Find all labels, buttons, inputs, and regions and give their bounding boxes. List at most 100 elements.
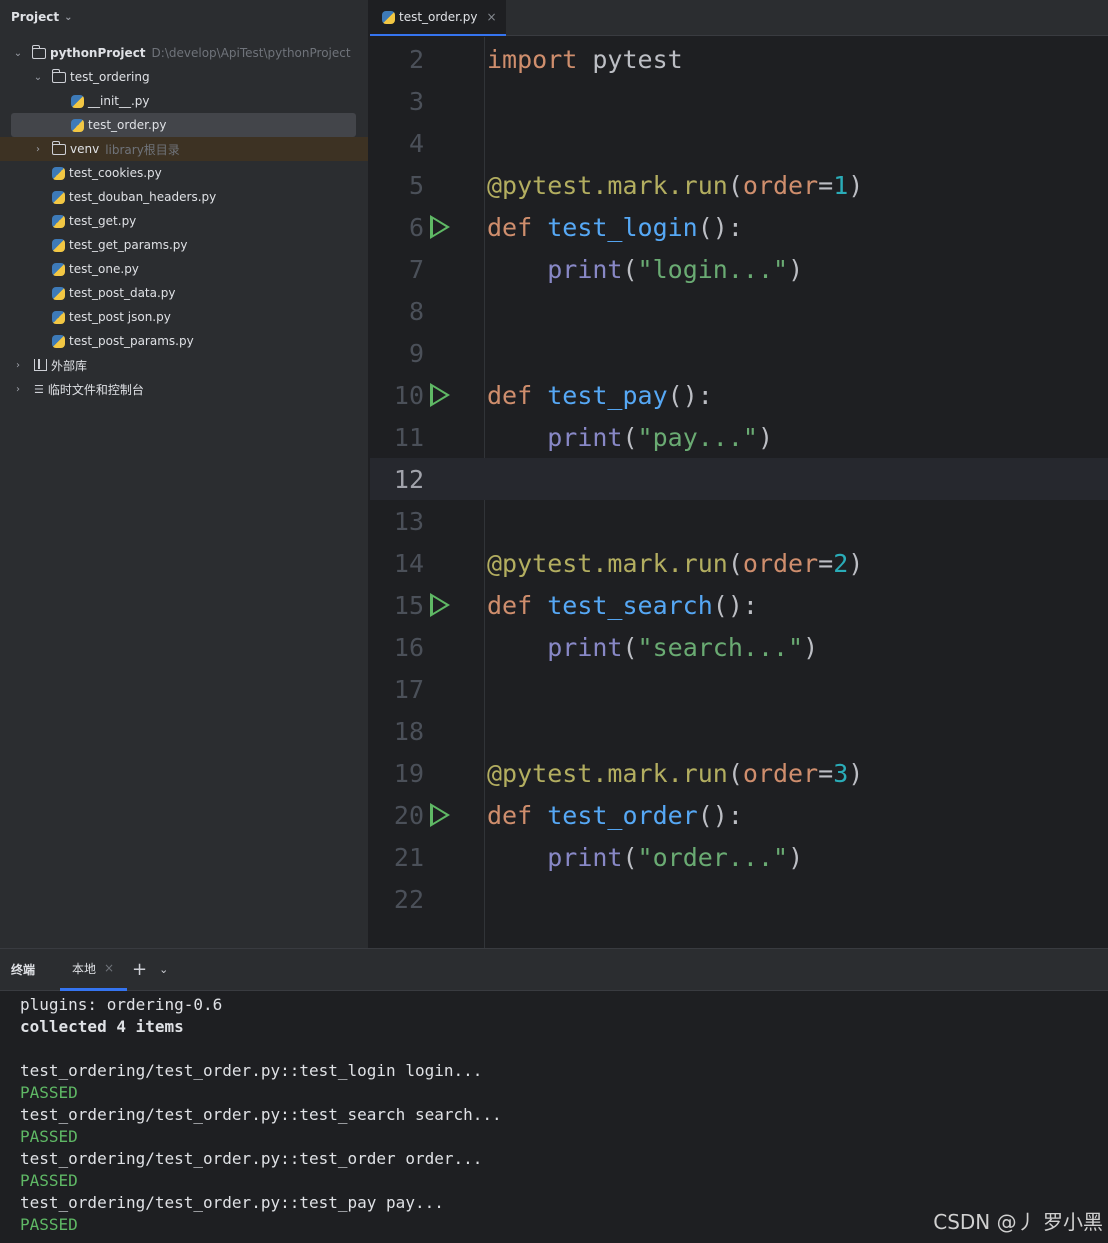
tree-item-external-libraries[interactable]: › 外部库 (0, 353, 368, 377)
line-number: 20 (393, 800, 424, 830)
code-text: @pytest.mark.run(order=2) (487, 548, 864, 578)
code-line[interactable]: 3 (370, 80, 1108, 122)
code-line[interactable]: 4 (370, 122, 1108, 164)
run-test-icon[interactable] (430, 803, 450, 827)
line-number: 21 (393, 842, 424, 872)
chevron-right-icon[interactable]: › (12, 360, 24, 371)
tree-item-label: test_get.py (69, 214, 137, 228)
code-text: print("order...") (547, 842, 804, 872)
tree-item-label: test_douban_headers.py (69, 190, 217, 204)
tree-item-test-one-py[interactable]: test_one.py (0, 257, 368, 281)
tree-item-test-get-params-py[interactable]: test_get_params.py (0, 233, 368, 257)
code-text: @pytest.mark.run(order=3) (487, 758, 864, 788)
chevron-right-icon[interactable]: › (32, 144, 44, 155)
chevron-down-icon[interactable]: ⌄ (64, 12, 72, 23)
code-line[interactable]: 19 @pytest.mark.run(order=3) (370, 752, 1108, 794)
line-number: 5 (408, 170, 424, 200)
tree-item-scratches[interactable]: › ☰ 临时文件和控制台 (0, 377, 368, 401)
code-line[interactable]: 20 def test_order(): (370, 794, 1108, 836)
python-file-icon (52, 190, 65, 204)
tab-local[interactable]: 本地 × (60, 949, 128, 991)
run-test-icon[interactable] (430, 593, 450, 617)
watermark: CSDN @丿 罗小黑 (933, 1210, 1103, 1234)
chevron-right-icon[interactable]: › (12, 384, 24, 395)
line-number: 2 (408, 44, 424, 74)
line-number: 15 (393, 590, 424, 620)
tree-item-label: 外部库 (51, 358, 88, 373)
code-line[interactable]: 5 @pytest.mark.run(order=1) (370, 164, 1108, 206)
tree-item-label: test_get_params.py (69, 238, 188, 252)
project-path: D:\develop\ApiTest\pythonProject (151, 46, 351, 60)
chevron-down-icon[interactable]: ⌄ (159, 963, 168, 976)
close-icon[interactable]: × (486, 10, 496, 24)
venv-note: library根目录 (105, 142, 180, 157)
code-line[interactable]: 7 print("login...") (370, 248, 1108, 290)
code-line[interactable]: 17 (370, 668, 1108, 710)
terminal-line: plugins: ordering-0.6 (20, 995, 223, 1014)
project-panel-header[interactable]: Project ⌄ (0, 0, 368, 34)
terminal-output[interactable]: plugins: ordering-0.6 collected 4 items … (20, 994, 1108, 1236)
tree-item-test-post-data-py[interactable]: test_post_data.py (0, 281, 368, 305)
run-test-icon[interactable] (430, 215, 450, 239)
tab-label: test_order.py (399, 10, 478, 24)
chevron-down-icon[interactable]: ⌄ (32, 72, 44, 83)
chevron-down-icon[interactable]: ⌄ (12, 48, 24, 59)
code-line[interactable]: 15 def test_search(): (370, 584, 1108, 626)
python-file-icon (71, 94, 84, 108)
tree-item-label: test_ordering (70, 70, 150, 84)
tree-item-label: test_post json.py (69, 310, 171, 324)
current-code-line[interactable]: 12 (370, 458, 1108, 500)
code-text: print("search...") (547, 632, 819, 662)
tree-item-test-order-py[interactable]: test_order.py (11, 113, 356, 137)
tree-item-label: test_order.py (88, 118, 167, 132)
run-test-icon[interactable] (430, 383, 450, 407)
code-line[interactable]: 6 def test_login(): (370, 206, 1108, 248)
code-line[interactable]: 21 print("order...") (370, 836, 1108, 878)
tab-test-order-py[interactable]: test_order.py × (370, 0, 506, 36)
editor: test_order.py × 2 import pytest 3 4 5 @p… (370, 0, 1108, 948)
python-file-icon (382, 10, 395, 24)
terminal-title: 终端 (11, 963, 36, 977)
tree-item-test-get-py[interactable]: test_get.py (0, 209, 368, 233)
tree-item-venv[interactable]: › venv library根目录 (0, 137, 368, 161)
code-line[interactable]: 22 (370, 878, 1108, 920)
code-line[interactable]: 16 print("search...") (370, 626, 1108, 668)
tree-item-test-ordering[interactable]: ⌄ test_ordering (0, 65, 368, 89)
new-terminal-plus-icon[interactable]: + (132, 959, 147, 980)
line-number: 11 (393, 422, 424, 452)
terminal-line: test_ordering/test_order.py::test_search… (20, 1105, 502, 1124)
code-line[interactable]: 18 (370, 710, 1108, 752)
line-number: 16 (393, 632, 424, 662)
tree-item-test-cookies-py[interactable]: test_cookies.py (0, 161, 368, 185)
code-text: import pytest (487, 44, 683, 74)
code-line[interactable]: 9 (370, 332, 1108, 374)
code-line[interactable]: 8 (370, 290, 1108, 332)
code-text: def test_search(): (487, 590, 758, 620)
line-number: 22 (393, 884, 424, 914)
code-line[interactable]: 14 @pytest.mark.run(order=2) (370, 542, 1108, 584)
project-tree: ⌄ pythonProject D:\develop\ApiTest\pytho… (0, 41, 368, 401)
tree-item-init-py[interactable]: __init__.py (0, 89, 368, 113)
code-text: print("login...") (547, 254, 804, 284)
code-text: print("pay...") (547, 422, 774, 452)
terminal-tab-bar: 终端 本地 × + ⌄ (0, 949, 1108, 991)
tree-item-label: pythonProject (50, 46, 146, 60)
code-line[interactable]: 13 (370, 500, 1108, 542)
code-line[interactable]: 11 print("pay...") (370, 416, 1108, 458)
line-number: 18 (393, 716, 424, 746)
close-icon[interactable]: × (104, 961, 114, 975)
code-line[interactable]: 10 def test_pay(): (370, 374, 1108, 416)
python-file-icon (52, 238, 65, 252)
line-number: 12 (393, 464, 424, 494)
terminal-panel: 终端 本地 × + ⌄ plugins: ordering-0.6 collec… (0, 948, 1108, 1243)
tree-item-test-post-params-py[interactable]: test_post_params.py (0, 329, 368, 353)
code-text: def test_order(): (487, 800, 743, 830)
tree-item-label: test_post_params.py (69, 334, 194, 348)
tree-item-test-douban-headers-py[interactable]: test_douban_headers.py (0, 185, 368, 209)
passed-status: PASSED (20, 1127, 78, 1146)
code-line[interactable]: 2 import pytest (370, 38, 1108, 80)
code-area[interactable]: 2 import pytest 3 4 5 @pytest.mark.run(o… (370, 38, 1108, 920)
tree-item-test-post-json-py[interactable]: test_post json.py (0, 305, 368, 329)
tree-item-pythonproject[interactable]: ⌄ pythonProject D:\develop\ApiTest\pytho… (0, 41, 368, 65)
line-number: 13 (393, 506, 424, 536)
